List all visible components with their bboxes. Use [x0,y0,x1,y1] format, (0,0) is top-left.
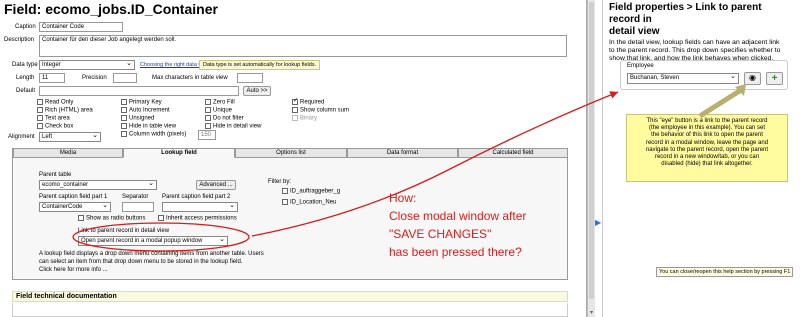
annotation-arrows [251,84,746,237]
callout-arrow-stem [698,87,743,119]
red-arrow [251,91,619,237]
